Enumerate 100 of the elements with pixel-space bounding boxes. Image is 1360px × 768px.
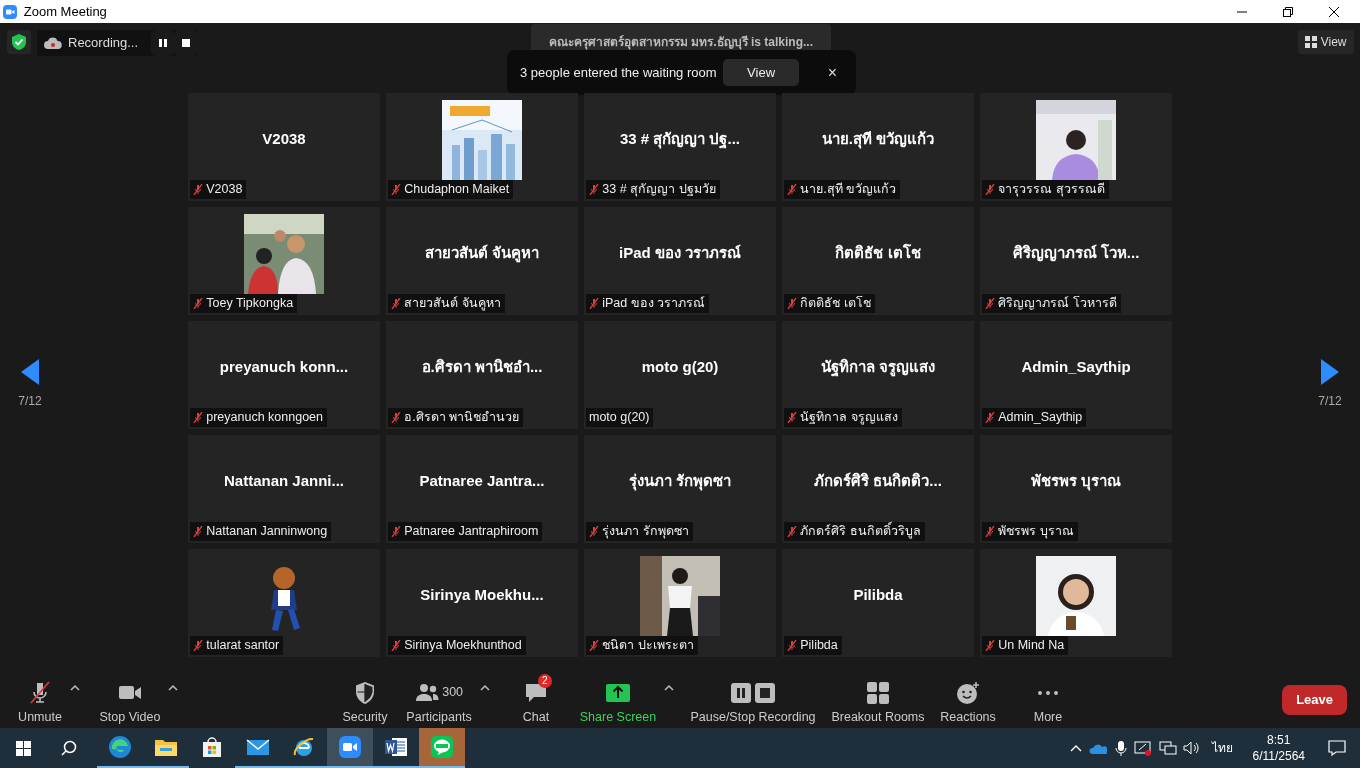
- toolbar-button[interactable]: 2 Chat: [522, 673, 550, 727]
- participant-label: Toey Tipkongka: [206, 295, 294, 312]
- view-waiting-room-button[interactable]: View: [723, 58, 800, 87]
- participant-name: พัชรพร บุราณ: [1030, 470, 1122, 493]
- toolbar-button[interactable]: Reactions: [940, 673, 996, 727]
- participant-name: กิตติธัช เตโช: [835, 242, 921, 263]
- pause-stop-icon: [731, 680, 775, 705]
- participant-label: preyanuch konngoen: [206, 409, 323, 426]
- participant-count: 300: [442, 684, 464, 702]
- participant-name: ภักดร์ศิริ ธนกิตติว...: [814, 470, 942, 491]
- caret-icon[interactable]: [168, 683, 179, 692]
- muted-mic-icon: [28, 680, 52, 705]
- speech-bubble-icon: [430, 735, 454, 759]
- participant-name: สายวสันต์ จันคูหา: [424, 242, 540, 265]
- recording-label: Recording...: [68, 33, 139, 52]
- globe-e-icon: [292, 735, 316, 759]
- participant-name: V2038: [262, 128, 306, 149]
- close-icon: [1328, 6, 1339, 17]
- caret-icon[interactable]: [664, 683, 675, 692]
- participant-label: จารุวรรณ สุวรรณดี: [998, 181, 1105, 198]
- more-icon: [1036, 689, 1060, 696]
- caret-icon[interactable]: [69, 683, 80, 692]
- toolbar-button[interactable]: Security: [342, 673, 388, 727]
- restore-icon: [1282, 6, 1293, 17]
- view-button[interactable]: View: [1298, 29, 1354, 54]
- participant-name: moto g(20): [641, 356, 719, 377]
- participant-label: Patnaree Jantraphiroom: [404, 523, 539, 540]
- network-icon[interactable]: [1158, 740, 1177, 756]
- participant-label: กิตติธัช เตโช: [800, 295, 871, 312]
- participant-name: รุ่งนภา รักพุดซา: [628, 470, 732, 493]
- participant-name: Patnaree Jantra...: [419, 470, 545, 491]
- participant-label: ภักดร์ศิริ ธนกิตติ์วริบูล: [800, 523, 921, 540]
- participant-label: อ.ศิรดา พานิชอำนวย: [404, 409, 520, 426]
- microphone-icon[interactable]: [1113, 740, 1128, 756]
- participant-name: preyanuch konn...: [219, 356, 349, 377]
- toolbar-button[interactable]: Pause/Stop Recording: [690, 673, 816, 727]
- participant-name: Admin_Saythip: [1021, 356, 1131, 377]
- notification-badge: 2: [538, 673, 552, 688]
- participant-name: นาย.สุที ขวัญแก้ว: [821, 128, 935, 151]
- participant-label: tularat santor: [206, 637, 280, 654]
- security-shield-icon[interactable]: [6, 29, 31, 54]
- window-title: Zoom Meeting: [23, 2, 107, 21]
- toolbar-button[interactable]: Breakout Rooms: [831, 673, 925, 727]
- participant-label: ชนิดา ปะเพระตา: [602, 637, 694, 654]
- shopping-bag-icon: [200, 735, 224, 759]
- previous-page-icon[interactable]: [21, 359, 39, 385]
- page-indicator: 7/12: [1318, 392, 1342, 410]
- toolbar-button[interactable]: 300 Participants: [406, 673, 472, 727]
- participant-label: iPad ของ วราภรณ์: [602, 295, 706, 312]
- participant-name: 33 # สุกัญญา ปฐ...: [619, 128, 740, 151]
- participant-label: พัชรพร บุราณ: [998, 523, 1074, 540]
- participant-label: Un Mind Na: [998, 637, 1065, 654]
- participant-label: นาย.สุที ขวัญแก้ว: [800, 181, 897, 198]
- smiley-icon: [956, 680, 980, 705]
- clock-date[interactable]: 6/11/2564: [1252, 748, 1305, 764]
- notifications-icon[interactable]: [1328, 739, 1346, 757]
- toolbar-button[interactable]: More: [1033, 673, 1063, 727]
- participant-label: 33 # สุกัญญา ปฐมวัย: [602, 181, 716, 198]
- participant-name: iPad ของ วราภรณ์: [619, 242, 741, 263]
- shield-icon: [353, 680, 377, 705]
- page-indicator: 7/12: [18, 392, 42, 410]
- stop-icon: [180, 38, 191, 49]
- toolbar-button[interactable]: Unmute: [18, 673, 62, 727]
- participant-label: Pilibda: [800, 637, 838, 654]
- participant-label: moto g(20): [589, 409, 650, 426]
- notification-text: 3 people entered the waiting room: [520, 63, 717, 82]
- browser-icon: [108, 735, 132, 759]
- search-icon[interactable]: [61, 740, 77, 756]
- caret-icon[interactable]: [479, 683, 490, 692]
- participant-label: รุ่งนภา รักพุดซา: [602, 523, 689, 540]
- participant-label: V2038: [206, 181, 243, 198]
- grid-icon: [1305, 35, 1318, 48]
- next-page-icon[interactable]: [1321, 359, 1339, 385]
- document-icon: [384, 735, 408, 759]
- participant-label: Nattanan Janninwong: [206, 523, 328, 540]
- leave-button[interactable]: Leave: [1282, 685, 1347, 715]
- participant-label: นัฐทิกาล จรูญแสง: [800, 409, 898, 426]
- volume-icon[interactable]: [1183, 740, 1199, 756]
- grid-icon: [866, 680, 890, 705]
- share-screen-button[interactable]: Share Screen: [579, 673, 657, 727]
- screen-icon[interactable]: [1134, 740, 1152, 756]
- participant-label: Sirinya Moekhunthod: [404, 637, 522, 654]
- app-logo-icon: [3, 4, 18, 19]
- windows-start-icon[interactable]: [16, 740, 31, 756]
- participant-name: Pilibda: [853, 584, 903, 605]
- participant-label: Admin_Saythip: [998, 409, 1083, 426]
- taskbar-app[interactable]: [327, 728, 373, 768]
- clock-time[interactable]: 8:51: [1267, 732, 1291, 748]
- video-camera-icon: [338, 735, 362, 759]
- participant-name: นัฐทิกาล จรูญแสง: [820, 356, 936, 379]
- language-indicator[interactable]: ไทย: [1212, 739, 1233, 757]
- participant-label: สายวสันต์ จันคูหา: [404, 295, 501, 312]
- toolbar-button[interactable]: Stop Video: [99, 673, 161, 727]
- cloud-recording-icon: [43, 36, 62, 49]
- participant-name: Sirinya Moekhu...: [420, 584, 544, 605]
- participant-name: อ.ศิรดา พานิชอำ...: [421, 356, 543, 377]
- participant-label: Chudaphon Maiket: [404, 181, 510, 198]
- participant-label: ศิริญญาภรณ์ โวหารดี: [998, 295, 1117, 312]
- participant-name: Nattanan Janni...: [224, 470, 344, 491]
- participant-name: ศิริญญาภรณ์ โวห...: [1012, 242, 1140, 264]
